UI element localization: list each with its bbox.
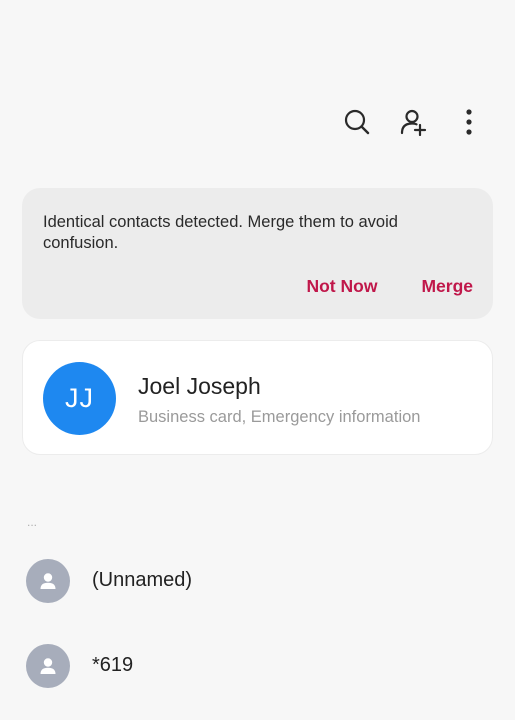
avatar [26, 559, 70, 603]
profile-subtitle: Business card, Emergency information [138, 408, 421, 426]
top-toolbar [329, 100, 497, 144]
profile-avatar: JJ [43, 362, 116, 435]
search-button[interactable] [329, 100, 385, 144]
search-icon [344, 109, 370, 135]
person-icon [40, 658, 56, 674]
merge-suggestion-banner: Identical contacts detected. Merge them … [22, 188, 493, 319]
my-profile-card[interactable]: JJ Joel Joseph Business card, Emergency … [22, 340, 493, 455]
profile-initials: JJ [65, 383, 94, 413]
banner-message: Identical contacts detected. Merge them … [43, 213, 398, 252]
contact-name: *619 [92, 654, 134, 676]
contacts-screen: Identical contacts detected. Merge them … [0, 0, 515, 720]
contact-name: (Unnamed) [92, 569, 193, 591]
merge-button[interactable]: Merge [421, 276, 473, 297]
contact-list-item[interactable]: (Unnamed) [0, 551, 515, 611]
more-vertical-icon [466, 109, 472, 135]
profile-name: Joel Joseph [138, 373, 261, 399]
banner-actions: Not Now Merge [306, 276, 473, 297]
avatar [26, 644, 70, 688]
section-header: ... [27, 515, 38, 529]
more-options-button[interactable] [441, 100, 497, 144]
contact-list-item[interactable]: *619 [0, 636, 515, 696]
add-contact-button[interactable] [385, 100, 441, 144]
person-icon [40, 573, 56, 589]
not-now-button[interactable]: Not Now [306, 276, 377, 297]
add-contact-icon [400, 109, 427, 136]
